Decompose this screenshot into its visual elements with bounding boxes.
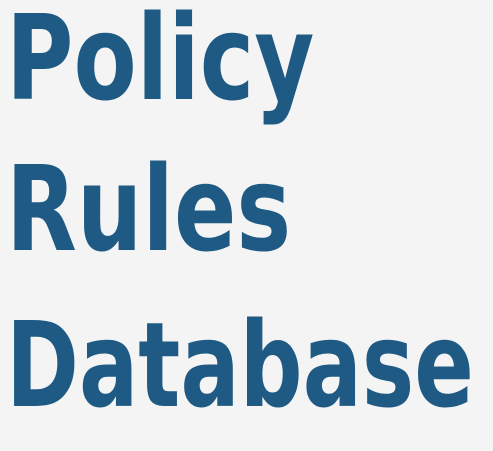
title-line-database: Database: [6, 296, 474, 434]
title-line-policy: Policy: [6, 0, 315, 127]
title-line-rules: Rules: [6, 140, 292, 278]
logo-title: Policy Rules Database: [0, 0, 493, 451]
